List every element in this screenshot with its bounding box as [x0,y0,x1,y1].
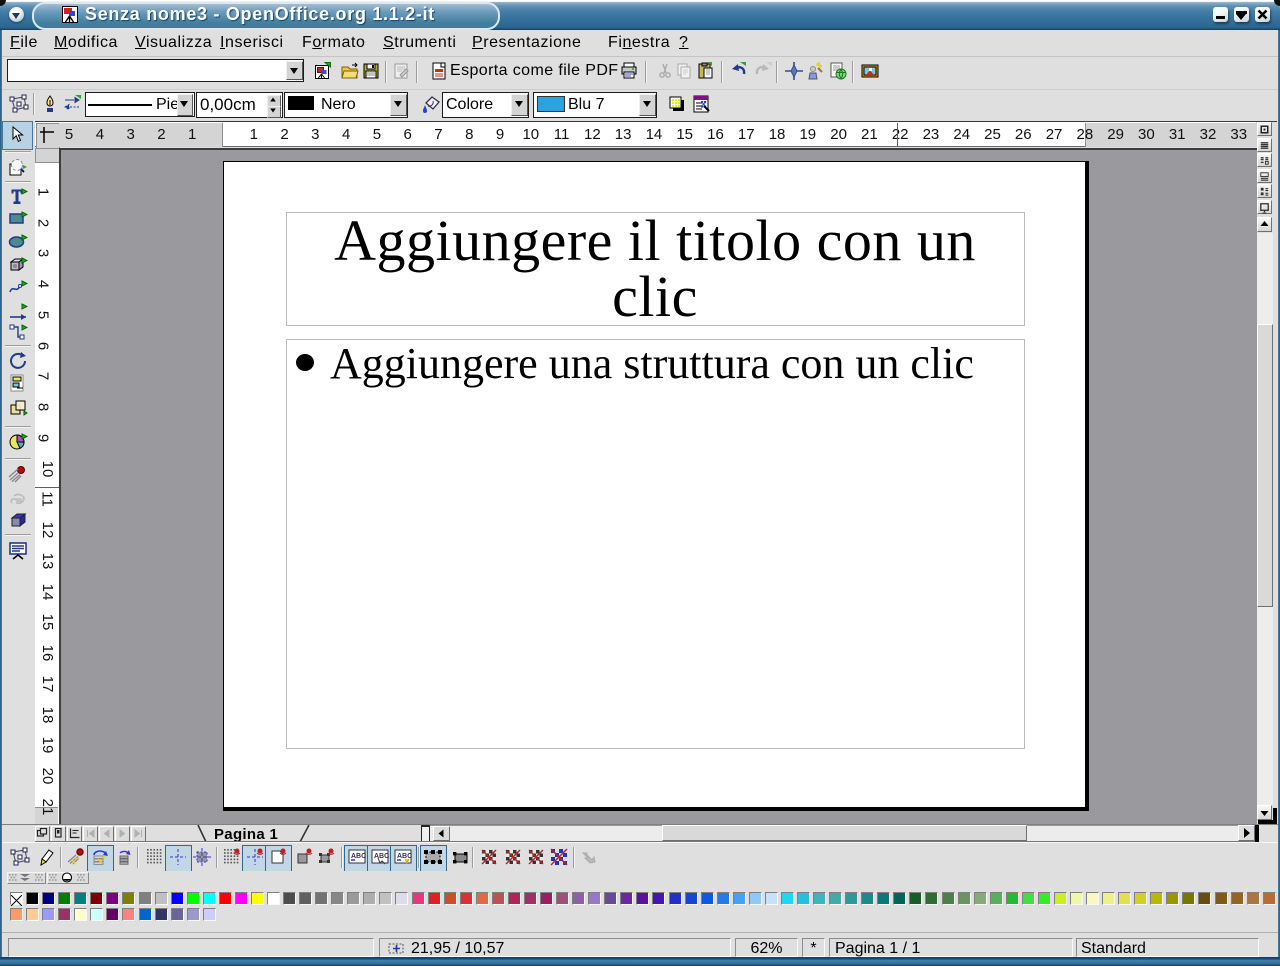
svg-text:ABC: ABC [351,853,366,860]
svg-text:ABC: ABC [374,853,389,860]
svg-text:ABC: ABC [397,853,412,860]
